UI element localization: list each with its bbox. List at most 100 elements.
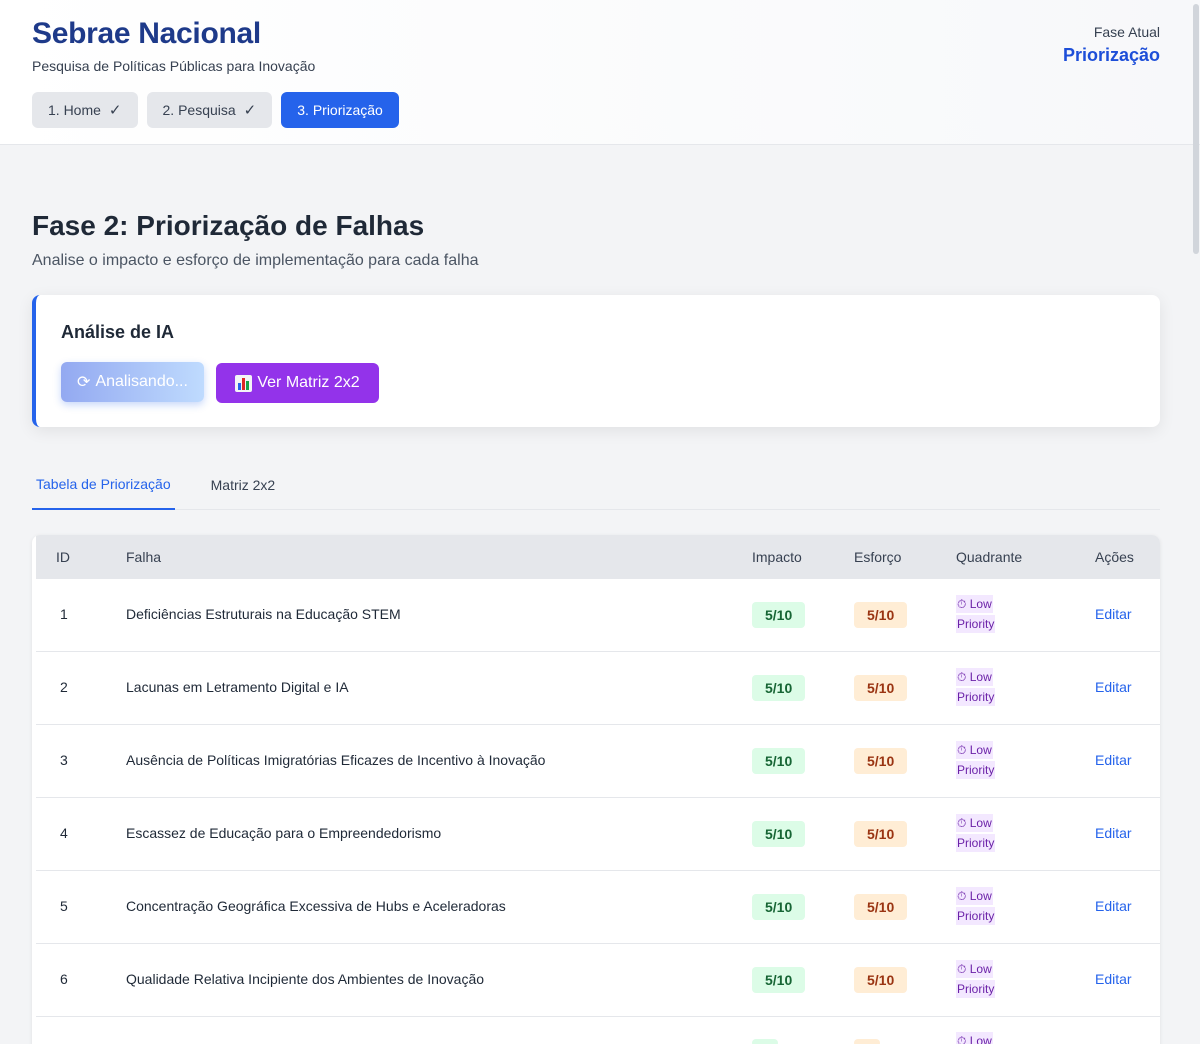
step-pesquisa[interactable]: 2. Pesquisa ✓ <box>146 92 273 128</box>
quadrant-line1: Low <box>969 670 992 684</box>
row-falha: Escassez de Educação para o Empreendedor… <box>126 825 442 841</box>
impact-badge <box>752 1039 778 1044</box>
effort-badge: 5/10 <box>854 967 908 993</box>
step-label: 3. Priorização <box>297 102 383 118</box>
check-icon: ✓ <box>108 102 122 119</box>
quadrant-line2: Priority <box>956 761 996 779</box>
edit-link[interactable]: Editar <box>1095 752 1132 768</box>
quadrant-line2: Priority <box>956 615 996 633</box>
row-falha: Ausência de Políticas Imigratórias Efica… <box>126 752 546 768</box>
quadrant-badge: ⏱ Low Priority <box>956 813 1009 853</box>
row-id: 1 <box>60 606 68 622</box>
step-navigation: 1. Home ✓ 2. Pesquisa ✓ 3. Priorização <box>32 92 399 128</box>
analyzing-label: Analisando... <box>95 373 188 390</box>
table-row: 5 Concentração Geográfica Excessiva de H… <box>36 871 1160 944</box>
quadrant-badge: ⏱ Low Priority <box>956 886 1009 926</box>
quadrant-line1: Low <box>969 816 992 830</box>
quadrant-line1: Low <box>969 597 992 611</box>
view-tabs: Tabela de Priorização Matriz 2x2 <box>32 460 1160 510</box>
table-row: 3 Ausência de Políticas Imigratórias Efi… <box>36 725 1160 798</box>
effort-badge: 5/10 <box>854 821 908 847</box>
effort-badge: 5/10 <box>854 602 908 628</box>
impact-badge: 5/10 <box>752 675 806 701</box>
page-title: Fase 2: Priorização de Falhas <box>32 210 425 241</box>
row-id: 6 <box>60 971 68 987</box>
quadrant-line2: Priority <box>956 834 996 852</box>
impact-badge: 5/10 <box>752 821 806 847</box>
current-phase-label: Fase Atual <box>1093 24 1160 40</box>
edit-link[interactable]: Editar <box>1095 971 1132 987</box>
impact-badge: 5/10 <box>752 894 806 920</box>
row-id: 5 <box>60 898 68 914</box>
row-falha: Concentração Geográfica Excessiva de Hub… <box>126 898 506 914</box>
effort-badge: 5/10 <box>854 894 908 920</box>
page: Sebrae Nacional Pesquisa de Políticas Pú… <box>0 0 1200 1044</box>
clock-icon: ⏱ <box>957 597 967 611</box>
page-subtitle: Analise o impacto e esforço de implement… <box>32 252 479 269</box>
bar-chart-icon <box>235 374 253 392</box>
table-row: 6 Qualidade Relativa Incipiente dos Ambi… <box>36 944 1160 1017</box>
row-falha: Lacunas em Letramento Digital e IA <box>126 679 349 695</box>
row-id: 2 <box>60 679 68 695</box>
table-row: ⏱ Low <box>36 1017 1160 1044</box>
table-header: ID Falha Impacto Esforço Quadrante Ações <box>36 535 1160 579</box>
column-header-impacto: Impacto <box>752 549 802 565</box>
table-row: 4 Escassez de Educação para o Empreended… <box>36 798 1160 871</box>
app-header: Sebrae Nacional Pesquisa de Políticas Pú… <box>0 0 1200 145</box>
current-phase: Fase Atual Priorização <box>1063 24 1160 66</box>
quadrant-line1: Low <box>969 1034 992 1044</box>
quadrant-badge: ⏱ Low Priority <box>956 740 1009 780</box>
column-header-acoes: Ações <box>1095 549 1134 565</box>
column-header-quadrante: Quadrante <box>956 549 1023 565</box>
tab-matrix[interactable]: Matriz 2x2 <box>207 460 280 510</box>
quadrant-line2: Priority <box>956 907 996 925</box>
app-subtitle: Pesquisa de Políticas Públicas para Inov… <box>32 58 316 74</box>
step-label: 2. Pesquisa <box>162 102 236 118</box>
quadrant-line1: Low <box>969 962 992 976</box>
step-priorizacao[interactable]: 3. Priorização <box>281 92 399 128</box>
spinner-icon: ⟳ <box>77 374 91 391</box>
quadrant-badge: ⏱ Low Priority <box>956 667 1009 707</box>
edit-link[interactable]: Editar <box>1095 679 1132 695</box>
edit-link[interactable]: Editar <box>1095 898 1132 914</box>
view-matrix-button[interactable]: Ver Matriz 2x2 <box>216 363 379 403</box>
clock-icon: ⏱ <box>957 743 967 757</box>
row-id: 3 <box>60 752 68 768</box>
ai-analysis-title: Análise de IA <box>61 322 175 342</box>
row-falha: Deficiências Estruturais na Educação STE… <box>126 606 401 622</box>
column-header-falha: Falha <box>126 549 162 565</box>
impact-badge: 5/10 <box>752 602 806 628</box>
impact-badge: 5/10 <box>752 748 806 774</box>
row-id: 4 <box>60 825 68 841</box>
view-matrix-label: Ver Matriz 2x2 <box>257 374 360 391</box>
clock-icon: ⏱ <box>957 889 967 903</box>
quadrant-badge: ⏱ Low Priority <box>956 594 1009 634</box>
row-falha: Qualidade Relativa Incipiente dos Ambien… <box>126 971 485 987</box>
clock-icon: ⏱ <box>957 670 967 684</box>
edit-link[interactable]: Editar <box>1095 825 1132 841</box>
column-header-esforco: Esforço <box>854 549 902 565</box>
tab-prioritization-table[interactable]: Tabela de Priorização <box>32 460 175 510</box>
check-icon: ✓ <box>243 102 257 119</box>
effort-badge: 5/10 <box>854 748 908 774</box>
app-title: Sebrae Nacional <box>32 17 261 50</box>
quadrant-line1: Low <box>969 889 992 903</box>
table-row: 2 Lacunas em Letramento Digital e IA 5/1… <box>36 652 1160 725</box>
edit-link[interactable]: Editar <box>1095 606 1132 622</box>
analyzing-button[interactable]: ⟳ Analisando... <box>61 362 204 402</box>
clock-icon: ⏱ <box>957 816 967 830</box>
clock-icon: ⏱ <box>957 962 967 976</box>
scrollbar-thumb[interactable] <box>1193 4 1199 254</box>
column-header-id: ID <box>56 549 70 565</box>
step-home[interactable]: 1. Home ✓ <box>32 92 138 128</box>
quadrant-line1: Low <box>969 743 992 757</box>
ai-analysis-card: Análise de IA ⟳ Analisando... Ver Matriz… <box>32 295 1160 427</box>
quadrant-line2: Priority <box>956 688 996 706</box>
quadrant-badge: ⏱ Low Priority <box>956 959 1009 999</box>
effort-badge <box>854 1039 880 1044</box>
impact-badge: 5/10 <box>752 967 806 993</box>
step-label: 1. Home <box>48 102 101 118</box>
prioritization-table: ID Falha Impacto Esforço Quadrante Ações… <box>32 535 1160 1044</box>
quadrant-badge: ⏱ Low <box>956 1031 1009 1044</box>
table-row: 1 Deficiências Estruturais na Educação S… <box>36 579 1160 652</box>
